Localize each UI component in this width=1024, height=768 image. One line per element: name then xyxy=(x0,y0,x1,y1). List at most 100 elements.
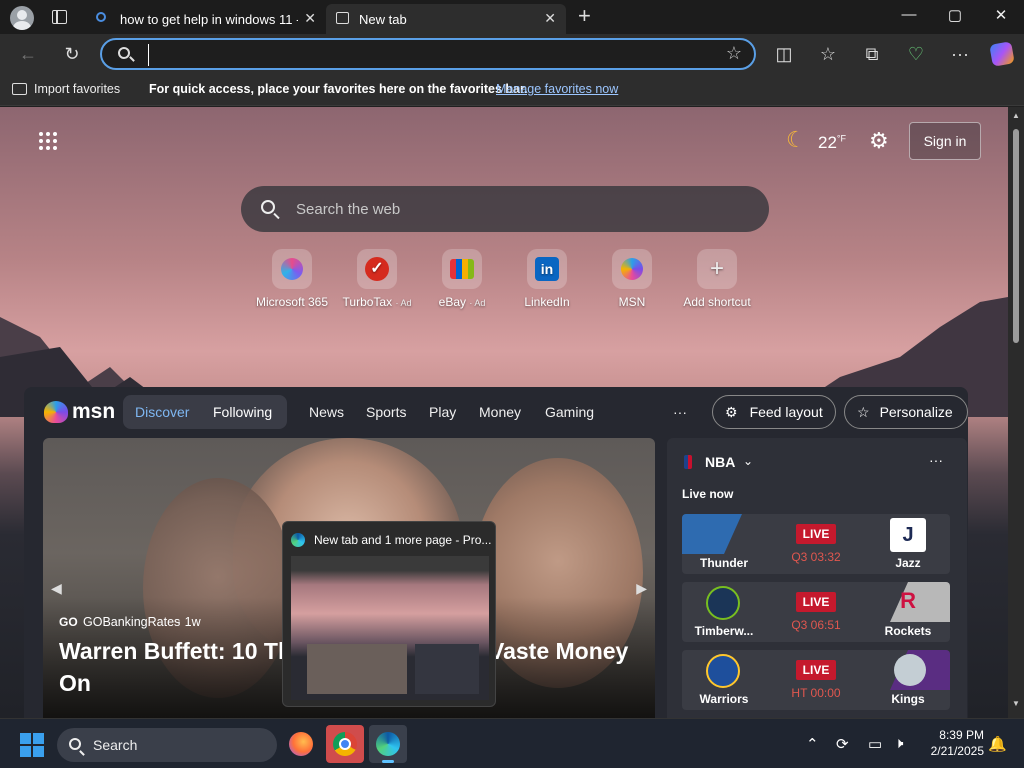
carousel-next-icon[interactable]: ▶ xyxy=(636,580,647,597)
shortcut-label: MSN xyxy=(618,295,646,309)
settings-more-icon[interactable]: ··· xyxy=(948,43,972,65)
taskbar-search-box[interactable]: Search xyxy=(57,728,277,762)
tab-actions-icon[interactable] xyxy=(52,10,67,24)
personalize-label: Personalize xyxy=(879,404,953,420)
notification-bell-icon[interactable]: 🔔 xyxy=(988,735,1007,753)
nav-gaming[interactable]: Gaming xyxy=(545,404,594,420)
chevron-down-icon[interactable]: ⌄ xyxy=(743,454,753,468)
shortcut-linkedin[interactable]: in LinkedIn xyxy=(505,249,589,309)
nba-more-icon[interactable]: ··· xyxy=(929,452,943,468)
feed-layout-button[interactable]: ⚙ Feed layout xyxy=(712,395,836,429)
article-title-left[interactable]: Warren Buffett: 10 Th xyxy=(59,638,292,665)
import-favorites-link[interactable]: Import favorites xyxy=(34,82,120,96)
apps-grid-icon[interactable] xyxy=(38,131,58,151)
nba-title[interactable]: NBA xyxy=(705,454,735,470)
msn-butterfly-icon xyxy=(44,401,68,423)
scroll-down-icon[interactable]: ▼ xyxy=(1012,699,1020,708)
new-tab-button[interactable]: + xyxy=(578,3,591,29)
game-card[interactable]: LIVE Q3 03:32 J Thunder Jazz xyxy=(682,514,950,574)
shortcut-label: eBay xyxy=(438,295,466,309)
article-age: · 1w xyxy=(177,615,201,629)
address-input[interactable] xyxy=(148,44,708,66)
clock-area[interactable]: 8:39 PM 2/21/2025 xyxy=(918,727,984,759)
nav-money[interactable]: Money xyxy=(479,404,521,420)
nav-sports[interactable]: Sports xyxy=(366,404,406,420)
profile-avatar[interactable] xyxy=(10,6,34,30)
turbotax-icon: ✓ xyxy=(365,257,389,281)
address-bar[interactable]: ☆ xyxy=(100,38,756,70)
nav-play[interactable]: Play xyxy=(429,404,456,420)
favorite-star-icon[interactable]: ☆ xyxy=(726,43,742,64)
msn-logo[interactable]: msn xyxy=(44,397,115,427)
favorites-icon[interactable]: ☆ xyxy=(816,43,840,65)
weather-temperature[interactable]: 22°F xyxy=(818,133,846,153)
sliders-icon: ⚙ xyxy=(725,403,738,420)
scroll-thumb[interactable] xyxy=(1013,129,1019,343)
browser-essentials-icon[interactable]: ♡ xyxy=(904,43,928,65)
ad-badge: · Ad xyxy=(395,298,412,308)
game-clock: HT 00:00 xyxy=(791,686,841,700)
sparkle-star-icon: ☆ xyxy=(857,403,870,420)
shortcut-ebay[interactable]: eBay · Ad xyxy=(420,249,504,309)
article-title-right[interactable]: Vaste Money xyxy=(489,638,628,665)
page-scrollbar[interactable]: ▲ ▼ xyxy=(1008,107,1024,718)
import-folder-icon xyxy=(12,83,27,95)
close-tab-icon[interactable]: ✕ xyxy=(304,10,316,27)
more-nav-icon[interactable]: ··· xyxy=(673,404,687,420)
page-settings-gear-icon[interactable]: ⚙ xyxy=(869,128,889,154)
tab-help[interactable]: how to get help in windows 11 - S ✕ xyxy=(88,4,326,34)
tab-help-label: how to get help in windows 11 - S xyxy=(120,12,298,27)
game-clock: Q3 03:32 xyxy=(791,550,841,564)
close-tab-icon[interactable]: ✕ xyxy=(544,10,556,27)
chrome-icon[interactable] xyxy=(326,725,364,763)
sign-in-button[interactable]: Sign in xyxy=(909,122,981,160)
game-card[interactable]: LIVE HT 00:00 Warriors Kings xyxy=(682,650,950,710)
carousel-prev-icon[interactable]: ◀ xyxy=(51,580,62,597)
weather-moon-icon[interactable]: ☾ xyxy=(786,127,806,153)
game-card[interactable]: LIVE Q3 06:51 R Timberw... Rockets xyxy=(682,582,950,642)
source-badge: GO xyxy=(59,615,78,629)
sync-alert-icon[interactable]: ⟳ xyxy=(836,735,849,753)
collections-icon[interactable]: ⧉ xyxy=(860,43,884,65)
refresh-icon[interactable]: ↻ xyxy=(60,43,84,65)
msn-icon xyxy=(621,258,643,280)
windows-start-icon[interactable] xyxy=(20,733,44,757)
network-icon[interactable]: ▭ xyxy=(868,735,882,753)
shortcut-label: Microsoft 365 xyxy=(255,295,329,309)
minimize-button[interactable]: — xyxy=(894,6,924,23)
team-right: Rockets xyxy=(884,624,932,638)
shortcut-turbotax[interactable]: ✓ TurboTax · Ad xyxy=(335,249,419,309)
nba-logo-icon xyxy=(684,455,692,469)
tab-following[interactable]: Following xyxy=(213,404,272,420)
team-right: Kings xyxy=(891,692,925,706)
firefox-icon[interactable] xyxy=(289,732,313,756)
ad-badge: · Ad xyxy=(469,298,486,308)
edge-taskbar-icon[interactable] xyxy=(369,725,407,763)
manage-favorites-link[interactable]: Manage favorites now xyxy=(496,82,618,96)
article-title-line2[interactable]: On xyxy=(59,670,91,697)
shortcut-add[interactable]: + Add shortcut xyxy=(675,249,759,309)
feed-layout-label: Feed layout xyxy=(749,404,823,420)
search-favicon-icon xyxy=(96,12,106,22)
back-arrow-icon[interactable]: ← xyxy=(16,43,40,65)
restore-button[interactable]: ▢ xyxy=(940,6,970,24)
taskbar-window-preview[interactable]: New tab and 1 more page - Pro... xyxy=(282,521,496,707)
show-hidden-icons-chevron[interactable]: ⌃ xyxy=(806,735,819,753)
volume-muted-icon[interactable]: 🕨 xyxy=(894,735,903,752)
split-screen-icon[interactable]: ◫ xyxy=(772,43,796,65)
nav-news[interactable]: News xyxy=(309,404,344,420)
scroll-up-icon[interactable]: ▲ xyxy=(1012,111,1020,120)
live-badge: LIVE xyxy=(796,524,836,544)
personalize-button[interactable]: ☆ Personalize xyxy=(844,395,968,429)
preview-thumbnail xyxy=(291,556,489,700)
search-icon xyxy=(261,200,275,214)
tab-discover[interactable]: Discover xyxy=(135,404,189,420)
close-window-button[interactable]: ✕ xyxy=(986,6,1016,24)
web-search-box[interactable]: Search the web xyxy=(241,186,769,232)
tab-new-tab[interactable]: New tab ✕ xyxy=(326,4,566,34)
shortcut-microsoft-365[interactable]: Microsoft 365 xyxy=(250,249,334,309)
copilot-icon[interactable] xyxy=(989,41,1015,67)
shortcut-msn[interactable]: MSN xyxy=(590,249,674,309)
search-icon xyxy=(69,738,81,750)
team-left: Timberw... xyxy=(694,624,754,638)
